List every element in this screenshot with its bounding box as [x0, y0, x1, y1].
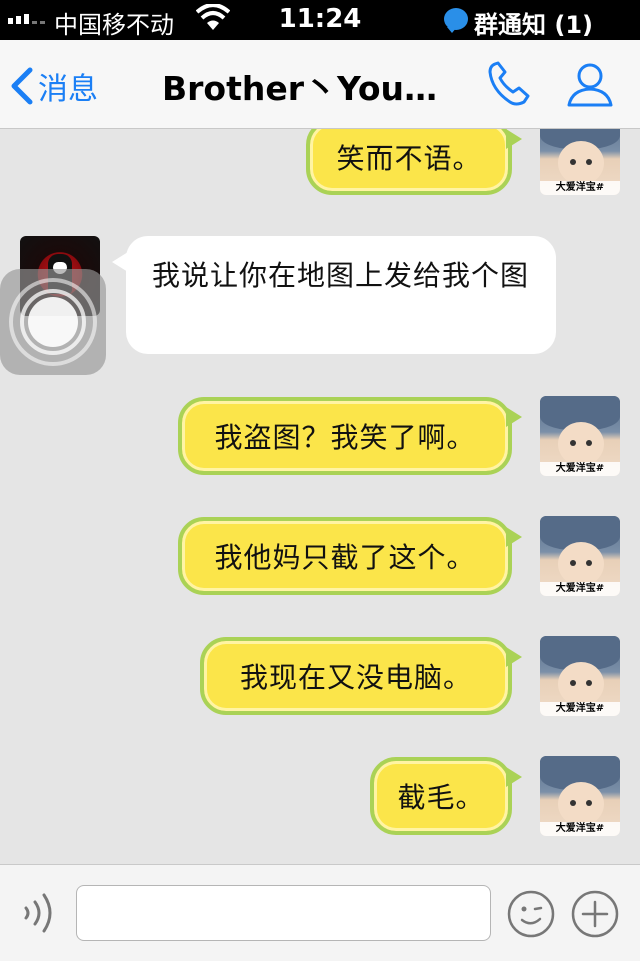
- message-bubble-outgoing[interactable]: 我现在又没电脑。: [200, 637, 522, 715]
- back-button[interactable]: 消息: [8, 64, 98, 108]
- voice-icon[interactable]: [18, 891, 58, 935]
- navigation-bar: 消息 Brother丶Youn...: [0, 40, 640, 129]
- assistive-touch-button[interactable]: [0, 269, 106, 375]
- message-text: 我盗图？我笑了啊。: [214, 421, 476, 454]
- message-text: 我他妈只截了这个。: [214, 541, 476, 574]
- avatar-eye: [586, 440, 592, 446]
- my-avatar[interactable]: 大爱洋宝#: [540, 516, 620, 596]
- avatar-caption: 大爱洋宝#: [540, 462, 620, 476]
- assistive-core: [28, 297, 78, 347]
- my-avatar[interactable]: 大爱洋宝#: [540, 396, 620, 476]
- contact-icon[interactable]: [566, 60, 614, 108]
- status-bar: 中国移不动 11:24 群通知 (1): [0, 0, 640, 40]
- avatar-face: [558, 782, 604, 826]
- emoji-icon[interactable]: [506, 889, 556, 939]
- input-bar: [0, 864, 640, 961]
- qq-notice-icon: [444, 8, 468, 33]
- chat-area[interactable]: 笑而不语。 大爱洋宝# 我说让你在地图上发给我个图 我盗图？我笑了啊。 大爱洋宝…: [0, 129, 640, 864]
- plus-icon[interactable]: [570, 889, 620, 939]
- avatar-caption: 大爱洋宝#: [540, 822, 620, 836]
- message-text: 截毛。: [397, 781, 485, 814]
- avatar-face: [558, 422, 604, 466]
- back-chevron-icon: [11, 67, 33, 105]
- avatar-eye: [586, 560, 592, 566]
- avatar-eye: [570, 440, 576, 446]
- message-text: 我说让你在地图上发给我个图: [152, 259, 530, 292]
- avatar-eye: [586, 680, 592, 686]
- avatar-caption: 大爱洋宝#: [540, 702, 620, 716]
- avatar-eye: [570, 159, 576, 165]
- message-text: 我现在又没电脑。: [239, 661, 472, 694]
- message-bubble-outgoing[interactable]: 我盗图？我笑了啊。: [178, 397, 522, 475]
- message-input[interactable]: [76, 885, 491, 941]
- message-bubble-outgoing[interactable]: 笑而不语。: [306, 129, 522, 195]
- avatar-eye: [570, 680, 576, 686]
- message-bubble-outgoing[interactable]: 截毛。: [370, 757, 522, 835]
- chat-title: Brother丶Youn...: [162, 69, 454, 108]
- avatar-eye: [586, 800, 592, 806]
- avatar-eye: [570, 560, 576, 566]
- group-notification[interactable]: 群通知 (1): [474, 5, 593, 40]
- message-text: 笑而不语。: [336, 142, 482, 175]
- message-bubble-incoming[interactable]: 我说让你在地图上发给我个图: [112, 236, 556, 354]
- my-avatar[interactable]: 大爱洋宝#: [540, 756, 620, 836]
- avatar-eye: [586, 159, 592, 165]
- avatar-face: [558, 662, 604, 706]
- avatar-face: [558, 542, 604, 586]
- avatar-eye: [570, 800, 576, 806]
- back-label: 消息: [38, 72, 98, 107]
- my-avatar[interactable]: 大爱洋宝#: [540, 636, 620, 716]
- avatar-caption: 大爱洋宝#: [540, 582, 620, 596]
- avatar-caption: 大爱洋宝#: [540, 181, 620, 195]
- my-avatar[interactable]: 大爱洋宝#: [540, 129, 620, 195]
- message-bubble-outgoing[interactable]: 我他妈只截了这个。: [178, 517, 522, 595]
- phone-icon[interactable]: [486, 60, 532, 108]
- avatar-face: [558, 141, 604, 185]
